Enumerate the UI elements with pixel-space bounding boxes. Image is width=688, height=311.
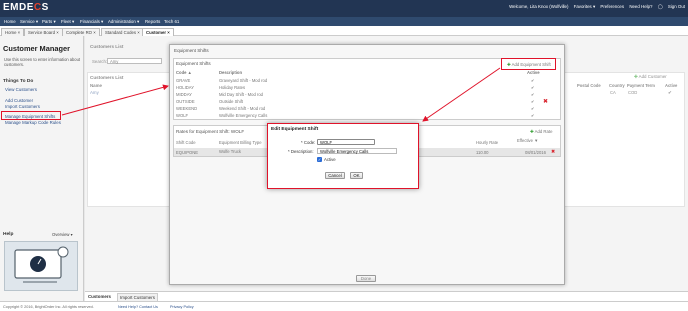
code-input[interactable]: WOLF	[317, 139, 375, 145]
description-label: * Description:	[288, 149, 314, 154]
ok-button[interactable]: OK	[350, 172, 363, 179]
bottom-tab-customers[interactable]: Customers	[88, 294, 111, 299]
cancel-button[interactable]: Cancel	[325, 172, 345, 179]
privacy-policy-link[interactable]: Privacy Policy	[170, 305, 194, 309]
active-label: Active	[324, 157, 336, 162]
help-contact-link[interactable]: Need Help? Contact Us	[118, 305, 158, 309]
copyright-text: Copyright © 2016, BrightOrder Inc. All r…	[3, 305, 94, 309]
edit-equipment-shift-dialog: Edit Equipment Shift * Code: WOLF * Desc…	[267, 123, 419, 189]
edit-dialog-title: Edit Equipment Shift	[271, 127, 319, 132]
page-footer: Copyright © 2016, BrightOrder Inc. All r…	[0, 301, 688, 311]
code-label: * Code:	[301, 140, 316, 145]
active-checkbox[interactable]: ✓	[317, 157, 322, 162]
description-input[interactable]: Wolfville Emergency Calls	[317, 148, 397, 154]
bottom-tabs: Customers Import Customers	[85, 291, 688, 302]
